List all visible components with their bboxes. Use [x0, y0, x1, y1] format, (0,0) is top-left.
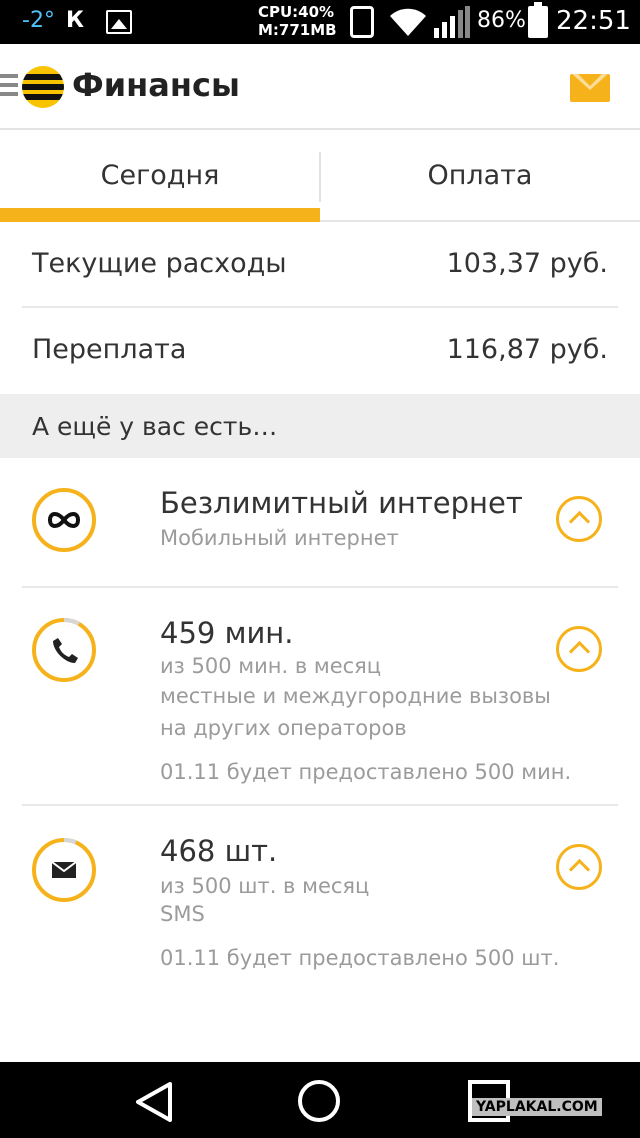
memory-usage: M:771MB: [258, 21, 337, 39]
app-bar: Финансы: [0, 44, 640, 130]
overpayment-label: Переплата: [32, 334, 187, 365]
sms-remaining: 468 шт.: [160, 834, 278, 868]
status-bar: -2° К CPU:40% M:771MB 86% 22:51: [0, 0, 640, 44]
service-item-minutes[interactable]: 459 мин. из 500 мин. в месяц местные и м…: [22, 588, 618, 806]
vibrate-icon: [350, 6, 374, 38]
battery-icon: [528, 2, 548, 38]
service-subtitle: Мобильный интернет: [160, 526, 399, 550]
clock: 22:51: [556, 6, 631, 36]
menu-icon[interactable]: [0, 74, 18, 101]
infinity-icon: [32, 488, 96, 552]
phone-icon: [32, 618, 96, 682]
home-icon[interactable]: [298, 1080, 340, 1122]
k-app-icon: К: [66, 8, 84, 33]
tab-bar: Сегодня Оплата: [0, 130, 640, 222]
minutes-description: местные и междугородние вызовы: [160, 684, 551, 708]
envelope-icon: [32, 838, 96, 902]
minutes-quota: из 500 мин. в месяц: [160, 654, 382, 678]
minutes-remaining: 459 мин.: [160, 616, 294, 650]
service-title: Безлимитный интернет: [160, 486, 523, 520]
used-quota-arc: [63, 838, 77, 845]
mail-icon[interactable]: [570, 74, 610, 102]
battery-percent: 86%: [477, 8, 526, 33]
back-icon[interactable]: [132, 1080, 176, 1124]
section-header-text: А ещё у вас есть…: [32, 412, 278, 441]
current-expenses-label: Текущие расходы: [32, 248, 287, 279]
navigation-bar: YAPLAKAL.COM: [0, 1062, 640, 1138]
beeline-logo-icon: [22, 66, 64, 108]
wifi-icon: [390, 8, 426, 37]
image-notification-icon: [106, 10, 132, 34]
section-header: А ещё у вас есть…: [0, 394, 640, 458]
service-item-sms[interactable]: 468 шт. из 500 шт. в месяц SMS 01.11 буд…: [22, 806, 618, 1006]
overpayment-value: 116,87 руб.: [446, 334, 608, 365]
page-title: Финансы: [72, 66, 240, 104]
sms-renewal-note: 01.11 будет предоставлено 500 шт.: [160, 946, 560, 970]
used-quota-arc: [63, 618, 80, 626]
temperature-indicator: -2°: [22, 8, 55, 33]
sms-quota: из 500 шт. в месяц: [160, 874, 370, 898]
active-tab-indicator: [0, 208, 320, 222]
watermark: YAPLAKAL.COM: [472, 1098, 602, 1116]
minutes-renewal-note: 01.11 будет предоставлено 500 мин.: [160, 760, 572, 784]
cpu-usage: CPU:40%: [258, 3, 335, 21]
service-item-internet[interactable]: Безлимитный интернет Мобильный интернет: [22, 458, 618, 588]
current-expenses-value: 103,37 руб.: [446, 248, 608, 279]
chevron-up-icon[interactable]: [556, 626, 602, 672]
minutes-progress-ring: [53, 618, 80, 663]
sms-description: SMS: [160, 902, 205, 926]
tab-payment[interactable]: Оплата: [320, 130, 640, 222]
overpayment-row: Переплата 116,87 руб.: [22, 308, 618, 394]
cpu-mem-readout: CPU:40% M:771MB: [258, 3, 337, 39]
chevron-up-icon[interactable]: [556, 496, 602, 542]
chevron-up-icon[interactable]: [556, 844, 602, 890]
signal-icon: [434, 6, 470, 38]
minutes-description-2: на других операторов: [160, 716, 407, 740]
current-expenses-row: Текущие расходы 103,37 руб.: [22, 222, 618, 308]
